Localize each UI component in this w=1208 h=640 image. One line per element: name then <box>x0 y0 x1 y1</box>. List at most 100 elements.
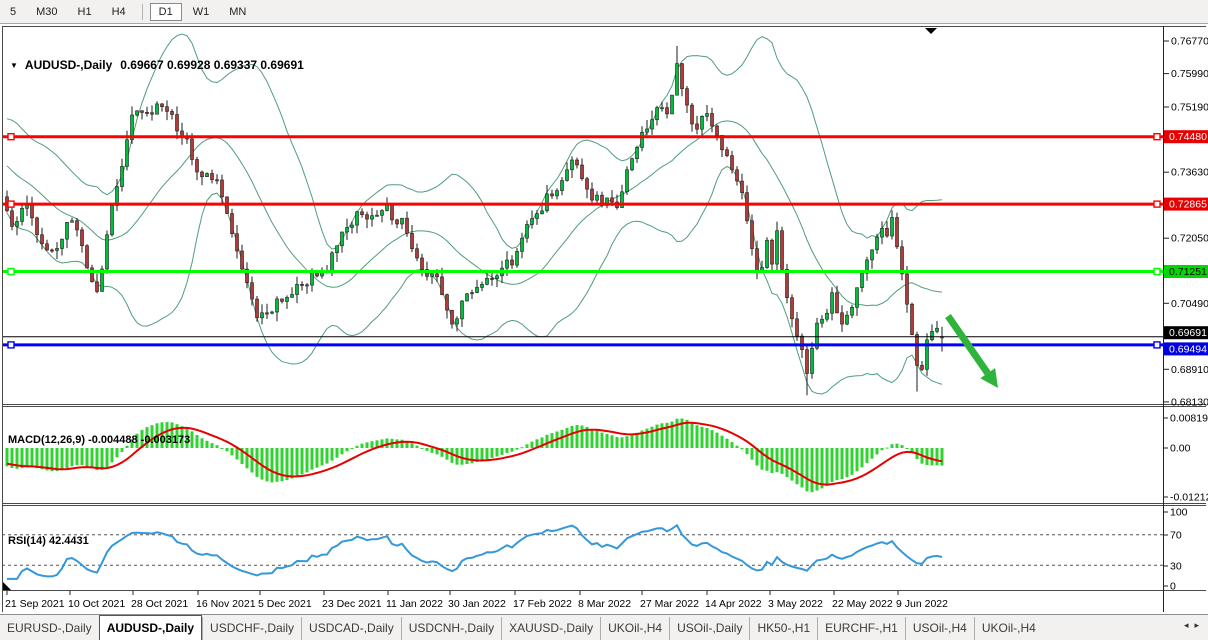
macd-histogram-bar <box>686 420 689 448</box>
macd-histogram-bar <box>131 439 134 448</box>
symbol-tab-AUDUSD-Daily[interactable]: AUDUSD-,Daily <box>99 615 202 640</box>
symbol-tab-XAUUSD-Daily[interactable]: XAUUSD-,Daily <box>501 617 600 640</box>
indicator-tick-label: 100 <box>1170 507 1188 519</box>
hline-left-handle-0.74480[interactable] <box>8 134 14 140</box>
candle-bullish <box>671 95 674 114</box>
macd-histogram-bar <box>26 448 29 467</box>
chart-canvas[interactable]: 0.767700.759900.751900.736300.720500.704… <box>0 24 1208 614</box>
candle-bearish <box>841 313 844 324</box>
candle-bullish <box>486 278 489 284</box>
candle-bullish <box>851 307 854 315</box>
macd-histogram-bar <box>826 448 829 486</box>
symbol-tab-UKOil-H4[interactable]: UKOil-,H4 <box>600 617 669 640</box>
candle-bearish <box>76 221 79 230</box>
date-tick-label: 10 Oct 2021 <box>68 598 125 610</box>
price-badge-label: 0.72865 <box>1169 199 1207 211</box>
hline-right-handle-0.71251[interactable] <box>1154 269 1160 275</box>
symbol-tab-USOil-Daily[interactable]: USOil-,Daily <box>669 617 749 640</box>
timeframe-button-5[interactable]: 5 <box>1 3 25 21</box>
timeframe-button-W1[interactable]: W1 <box>184 3 219 21</box>
candle-bullish <box>636 147 639 158</box>
price-tick-label: 0.68130 <box>1171 396 1208 408</box>
candle-bullish <box>661 108 664 109</box>
macd-histogram-bar <box>656 425 659 448</box>
macd-histogram-bar <box>906 448 909 449</box>
macd-histogram-bar <box>361 444 364 448</box>
macd-histogram-bar <box>266 448 269 481</box>
macd-histogram-bar <box>571 426 574 448</box>
macd-histogram-bar <box>806 448 809 491</box>
candle-bullish <box>271 312 274 313</box>
macd-histogram-bar <box>801 448 804 488</box>
macd-histogram-bar <box>201 438 204 448</box>
macd-histogram-bar <box>831 448 834 482</box>
macd-histogram-bar <box>366 442 369 448</box>
timeframe-button-H1[interactable]: H1 <box>69 3 101 21</box>
candle-bullish <box>571 160 574 170</box>
timeframe-button-D1[interactable]: D1 <box>150 3 182 21</box>
timeframe-button-MN[interactable]: MN <box>220 3 255 21</box>
hline-left-handle-0.72865[interactable] <box>8 201 14 207</box>
symbol-tab-EURUSD-Daily[interactable]: EURUSD-,Daily <box>0 617 99 640</box>
macd-histogram-bar <box>296 448 299 476</box>
chart-area: 0.767700.759900.751900.736300.720500.704… <box>0 24 1208 614</box>
macd-histogram-bar <box>351 448 354 449</box>
candle-bearish <box>576 160 579 165</box>
macd-histogram-bar <box>546 435 549 448</box>
candle-bullish <box>766 240 769 267</box>
macd-histogram-bar <box>746 448 749 454</box>
candle-bearish <box>171 111 174 114</box>
macd-histogram-bar <box>316 448 319 468</box>
symbol-tab-HK50-H1[interactable]: HK50-,H1 <box>749 617 817 640</box>
symbol-tab-USDCNH-Daily[interactable]: USDCNH-,Daily <box>401 617 501 640</box>
candle-bullish <box>376 215 379 216</box>
candle-bullish <box>331 253 334 271</box>
timeframe-button-H4[interactable]: H4 <box>103 3 135 21</box>
price-badge-0.69691: 0.69691 <box>1164 326 1208 339</box>
symbol-tab-USOil-H4[interactable]: USOil-,H4 <box>905 617 974 640</box>
symbol-tab-EURCHF-H1[interactable]: EURCHF-,H1 <box>817 617 905 640</box>
symbol-tab-USDCAD-Daily[interactable]: USDCAD-,Daily <box>301 617 401 640</box>
symbol-tab-UKOil-H4[interactable]: UKOil-,H4 <box>974 617 1043 640</box>
candle-bullish <box>776 231 779 264</box>
candle-bullish <box>531 219 534 225</box>
candle-bearish <box>146 112 149 113</box>
hline-right-handle-0.72865[interactable] <box>1154 201 1160 207</box>
candle-bearish <box>96 282 99 292</box>
macd-histogram-bar <box>91 448 94 468</box>
macd-histogram-bar <box>796 448 799 484</box>
macd-histogram-bar <box>416 446 419 448</box>
candle-bearish <box>36 218 39 235</box>
chart-background <box>0 24 1208 614</box>
candle-bearish <box>436 274 439 277</box>
candle-bearish <box>686 89 689 105</box>
hline-right-handle-0.69494[interactable] <box>1154 342 1160 348</box>
price-tick-label: 0.75990 <box>1171 68 1208 80</box>
candle-bearish <box>241 251 244 269</box>
timeframe-button-M30[interactable]: M30 <box>27 3 66 21</box>
macd-histogram-bar <box>861 448 864 467</box>
tab-scroll-right-icon[interactable]: ▸ <box>1194 620 1205 630</box>
symbol-tab-USDCHF-Daily[interactable]: USDCHF-,Daily <box>202 617 301 640</box>
macd-histogram-bar <box>776 448 779 472</box>
macd-histogram-bar <box>846 448 849 477</box>
tab-scroll-left-icon[interactable]: ◂ <box>1184 620 1195 630</box>
hline-left-handle-0.69494[interactable] <box>8 342 14 348</box>
price-badge-label: 0.71251 <box>1169 266 1207 278</box>
candle-bullish <box>371 216 374 219</box>
candle-bullish <box>471 293 474 294</box>
candle-bullish <box>126 140 129 167</box>
macd-histogram-bar <box>931 448 934 465</box>
macd-histogram-bar <box>486 448 489 459</box>
macd-histogram-bar <box>336 448 339 458</box>
candle-bullish <box>646 129 649 132</box>
candle-bearish <box>151 113 154 115</box>
hline-left-handle-0.71251[interactable] <box>8 269 14 275</box>
macd-histogram-bar <box>526 444 529 448</box>
hline-right-handle-0.74480[interactable] <box>1154 134 1160 140</box>
candle-bearish <box>41 235 44 244</box>
candle-bullish <box>881 228 884 237</box>
macd-histogram-bar <box>876 448 879 454</box>
candle-bearish <box>266 313 269 314</box>
macd-histogram-bar <box>881 448 884 450</box>
